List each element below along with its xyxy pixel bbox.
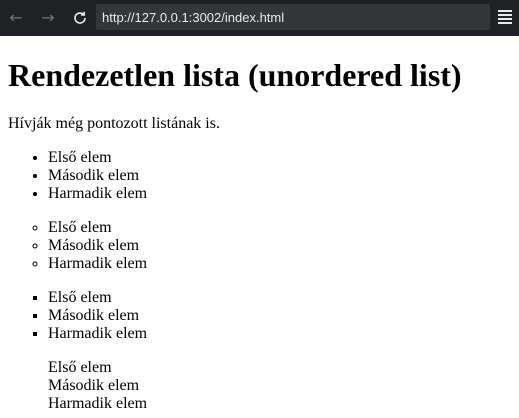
reload-icon[interactable] [68,6,92,30]
back-arrow-icon[interactable]: ← [4,6,28,30]
reload-icon-svg [74,11,86,24]
browser-toolbar: ← → http://127.0.0.1:3002/index.html [0,0,519,36]
list-item: Második elem [48,167,511,185]
list-item: Első elem [48,149,511,167]
list-item: Harmadik elem [48,395,148,412]
list-item: Harmadik elem [48,325,511,343]
hamburger-menu-icon[interactable] [498,10,512,24]
intro-text: Hívják még pontozott listának is. [8,115,220,132]
list-item: Második elem [48,237,511,255]
list-item: Második elem [48,307,511,325]
list-item: Második elem [48,377,140,394]
circle-list: Első elem Második elem Harmadik elem [8,219,511,273]
square-list: Első elem Második elem Harmadik elem [8,289,511,343]
list-item: Első elem [48,219,511,237]
list-item: Harmadik elem [48,185,511,203]
forward-arrow-icon[interactable]: → [36,6,60,30]
list-item: Harmadik elem [48,255,511,273]
address-bar[interactable]: http://127.0.0.1:3002/index.html [96,4,490,30]
disc-list: Első elem Második elem Harmadik elem [8,149,511,203]
list-item: Első elem [48,359,112,376]
address-url: http://127.0.0.1:3002/index.html [102,9,285,25]
page-content: Rendezetlen lista (unordered list) Hívjá… [0,36,519,418]
page-title: Rendezetlen lista (unordered list) [8,57,462,93]
no-marker-list: Első elem Második elem Harmadik elem [8,359,511,413]
list-item: Első elem [48,289,511,307]
